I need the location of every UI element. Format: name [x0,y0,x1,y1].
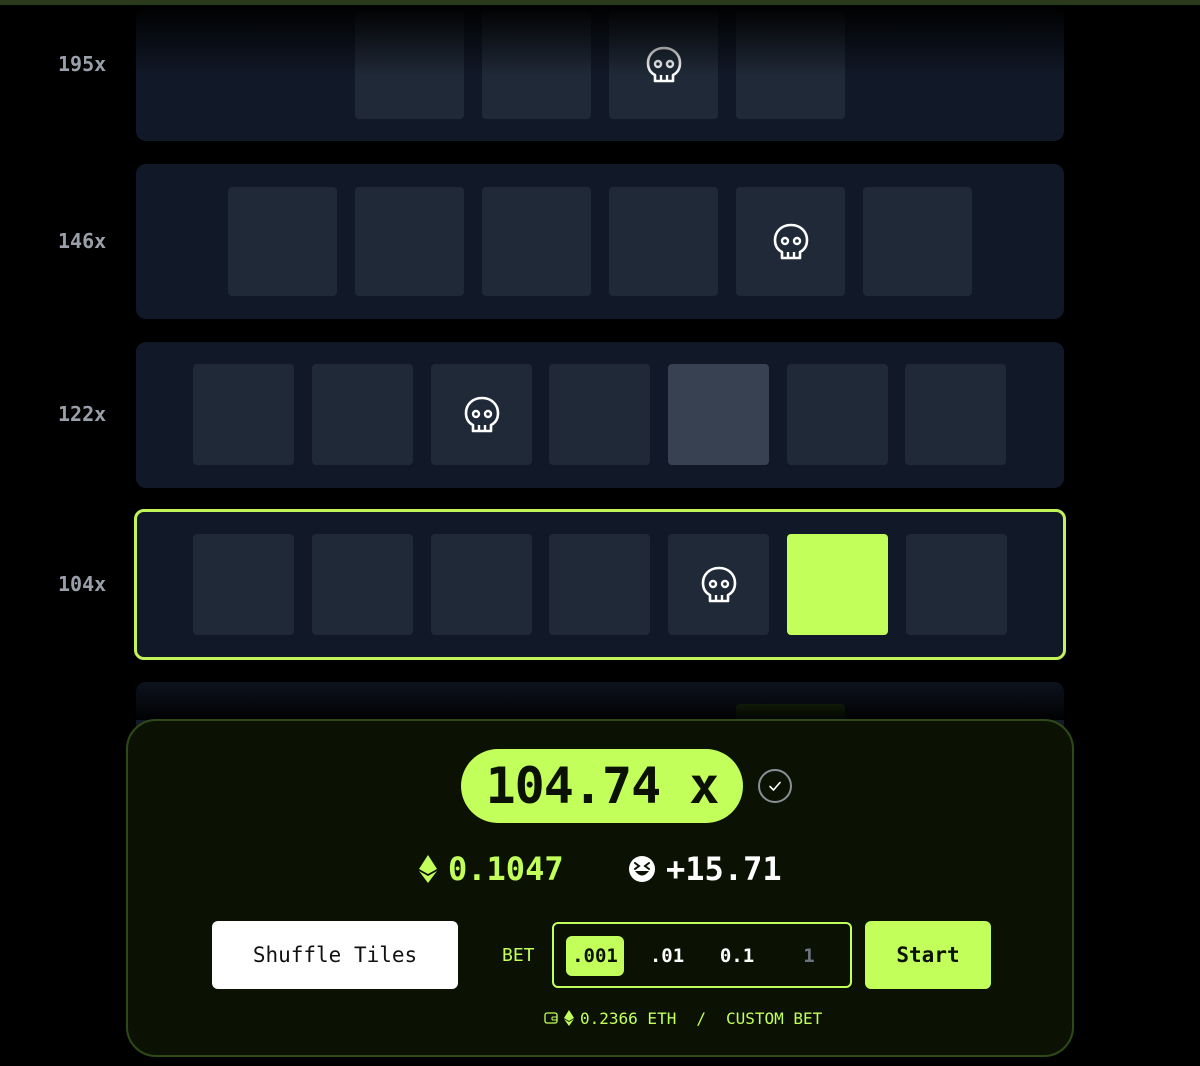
current-multiplier: 104.74 x [461,749,743,823]
tile-mine[interactable] [609,10,718,119]
balance-line: 0.2366 ETH / CUSTOM BET [544,1007,822,1029]
points-payout-value: +15.71 [666,850,782,888]
skull-icon [773,223,808,259]
tile[interactable] [906,534,1007,635]
tile[interactable] [736,10,845,119]
eth-payout-value: 0.1047 [448,850,564,888]
tile[interactable] [193,364,294,465]
bet-amount-selector: .001 .01 0.1 1 [552,922,852,988]
tile[interactable] [355,10,464,119]
emoji-icon [629,856,655,882]
tile[interactable] [228,187,337,296]
tile[interactable] [312,364,413,465]
tile-mine[interactable] [736,187,845,296]
eth-icon [419,855,437,883]
tile-row-122x [136,342,1064,488]
tile[interactable] [787,364,888,465]
tile[interactable] [355,187,464,296]
tile[interactable] [549,534,650,635]
tile-mine[interactable] [668,534,769,635]
shuffle-tiles-button[interactable]: Shuffle Tiles [212,921,458,989]
tile[interactable] [431,534,532,635]
tile-mine[interactable] [431,364,532,465]
bet-label: BET [502,945,535,966]
wallet-icon [544,1012,558,1024]
points-payout: +15.71 [628,849,782,889]
row-multiplier-label: 195x [58,52,107,76]
tile[interactable] [863,187,972,296]
skull-icon [464,396,499,432]
tile[interactable] [549,364,650,465]
row-multiplier-label: 146x [58,229,107,253]
tile-row-104x-active [134,509,1066,660]
tile-hovered[interactable] [668,364,769,465]
tile-row-146x [136,164,1064,319]
start-button[interactable]: Start [865,921,991,989]
tile[interactable] [609,187,718,296]
tile[interactable] [193,534,294,635]
eth-payout: 0.1047 [418,849,564,889]
bet-option-0-1[interactable]: 0.1 [708,936,766,976]
bet-option-1[interactable]: 1 [780,936,838,976]
check-icon [769,781,781,791]
skull-icon [646,46,681,82]
tile[interactable] [312,534,413,635]
separator: / [696,1008,706,1028]
tile[interactable] [905,364,1006,465]
skull-icon [701,566,736,602]
tile[interactable] [482,187,591,296]
row-multiplier-label: 104x [58,572,107,596]
wallet-balance: 0.2366 ETH [580,1008,677,1028]
bet-option-001[interactable]: .001 [566,936,624,976]
bet-option-01[interactable]: .01 [638,936,696,976]
tile-safe-revealed[interactable] [787,534,888,635]
tile-row-195x [136,5,1064,141]
eth-icon [564,1010,574,1026]
verified-button[interactable] [758,769,792,803]
row-multiplier-label: 122x [58,402,107,426]
custom-bet-link[interactable]: CUSTOM BET [726,1009,822,1028]
bet-control-panel: 104.74 x 0.1047 +15.71 Shuffle Tiles BET… [126,719,1074,1057]
tile[interactable] [482,10,591,119]
